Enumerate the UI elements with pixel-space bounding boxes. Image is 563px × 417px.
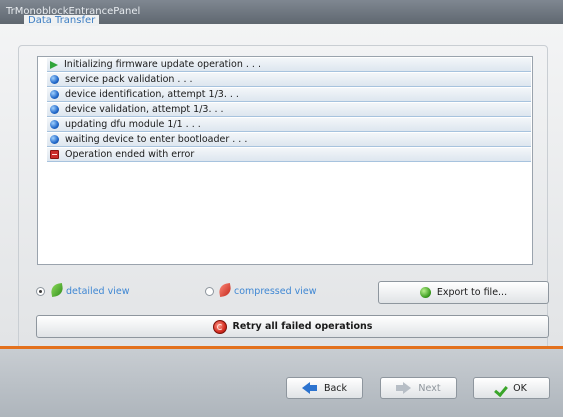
log-row-text: service pack validation . . . [65,74,193,85]
log-list[interactable]: Initializing firmware update operation .… [37,56,533,265]
group-title: Data Transfer [24,15,100,26]
log-row: waiting device to enter bootloader . . . [47,133,531,147]
log-row-text: Operation ended with error [65,149,195,160]
back-button-label: Back [323,382,348,394]
error-square-icon [50,150,59,159]
compressed-view-radio[interactable] [205,287,214,296]
log-row-text: Initializing firmware update operation .… [64,59,261,70]
next-button-label: Next [418,382,441,394]
detailed-view-radio[interactable] [36,287,45,296]
export-to-file-button[interactable]: Export to file... [378,281,549,304]
export-button-label: Export to file... [436,287,508,298]
compressed-view-label[interactable]: compressed view [234,286,317,297]
back-button[interactable]: Back [286,377,363,399]
retry-icon [212,319,227,334]
back-arrow-icon [301,382,318,394]
detailed-view-label[interactable]: detailed view [66,286,129,297]
export-icon [419,287,431,298]
info-dot-icon [50,90,59,99]
log-row: service pack validation . . . [47,73,531,87]
log-row-text: device identification, attempt 1/3. . . [65,89,239,100]
checkmark-icon [496,382,508,394]
info-dot-icon [50,135,59,144]
log-row: device identification, attempt 1/3. . . [47,88,531,102]
log-row: updating dfu module 1/1 . . . [47,118,531,132]
retry-button-label: Retry all failed operations [232,321,373,332]
log-row-text: updating dfu module 1/1 . . . [65,119,201,130]
log-row: Initializing firmware update operation .… [47,58,531,72]
log-row-text: waiting device to enter bootloader . . . [65,134,248,145]
play-arrow-icon [50,60,58,69]
info-dot-icon [50,105,59,114]
info-dot-icon [50,120,59,129]
ok-button[interactable]: OK [473,377,550,399]
log-row: Operation ended with error [47,148,531,162]
log-row: device validation, attempt 1/3. . . [47,103,531,117]
info-dot-icon [50,75,59,84]
ok-button-label: OK [513,382,527,394]
retry-failed-button[interactable]: Retry all failed operations [36,315,549,338]
next-button[interactable]: Next [380,377,457,399]
next-arrow-icon [396,382,412,394]
log-row-text: device validation, attempt 1/3. . . [65,104,224,115]
